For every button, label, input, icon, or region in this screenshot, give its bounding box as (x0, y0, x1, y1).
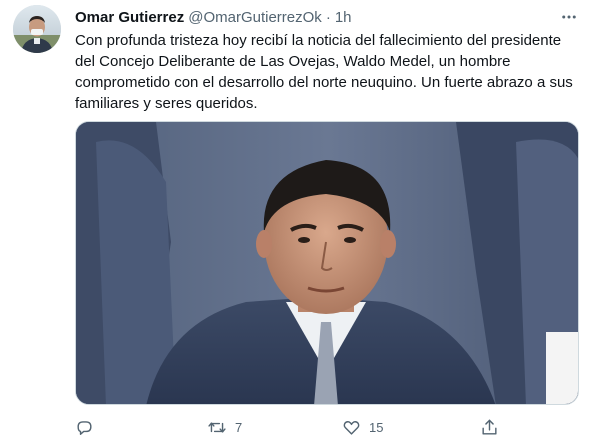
author-handle[interactable]: @OmarGutierrezOk (188, 9, 322, 26)
heart-icon (343, 420, 360, 435)
tweet-actions: 7 15 (75, 414, 545, 440)
photo-of-man-in-suit (76, 122, 578, 404)
tweet-text: Con profunda tristeza hoy recibí la noti… (75, 32, 573, 112)
tweet[interactable]: Omar Gutierrez @OmarGutierrezOk · 1h Con… (0, 0, 592, 446)
avatar-photo (13, 5, 61, 53)
reply-icon (77, 420, 92, 435)
like-button[interactable]: 15 (342, 414, 383, 440)
author-name[interactable]: Omar Gutierrez (75, 9, 184, 26)
reply-button[interactable] (75, 414, 102, 440)
share-icon (482, 419, 497, 435)
author-avatar[interactable] (13, 5, 61, 53)
retweet-count: 7 (235, 419, 243, 435)
share-button[interactable] (480, 414, 507, 440)
like-count: 15 (369, 419, 384, 435)
more-horizontal-icon (562, 15, 576, 19)
separator-dot: · (325, 8, 331, 26)
tweet-header: Omar Gutierrez @OmarGutierrezOk · 1h (75, 7, 352, 27)
more-options-button[interactable] (558, 6, 580, 28)
retweet-icon (208, 421, 226, 433)
tweet-media-photo[interactable] (75, 121, 579, 405)
retweet-button[interactable]: 7 (207, 414, 242, 440)
tweet-timestamp[interactable]: 1h (335, 9, 352, 26)
